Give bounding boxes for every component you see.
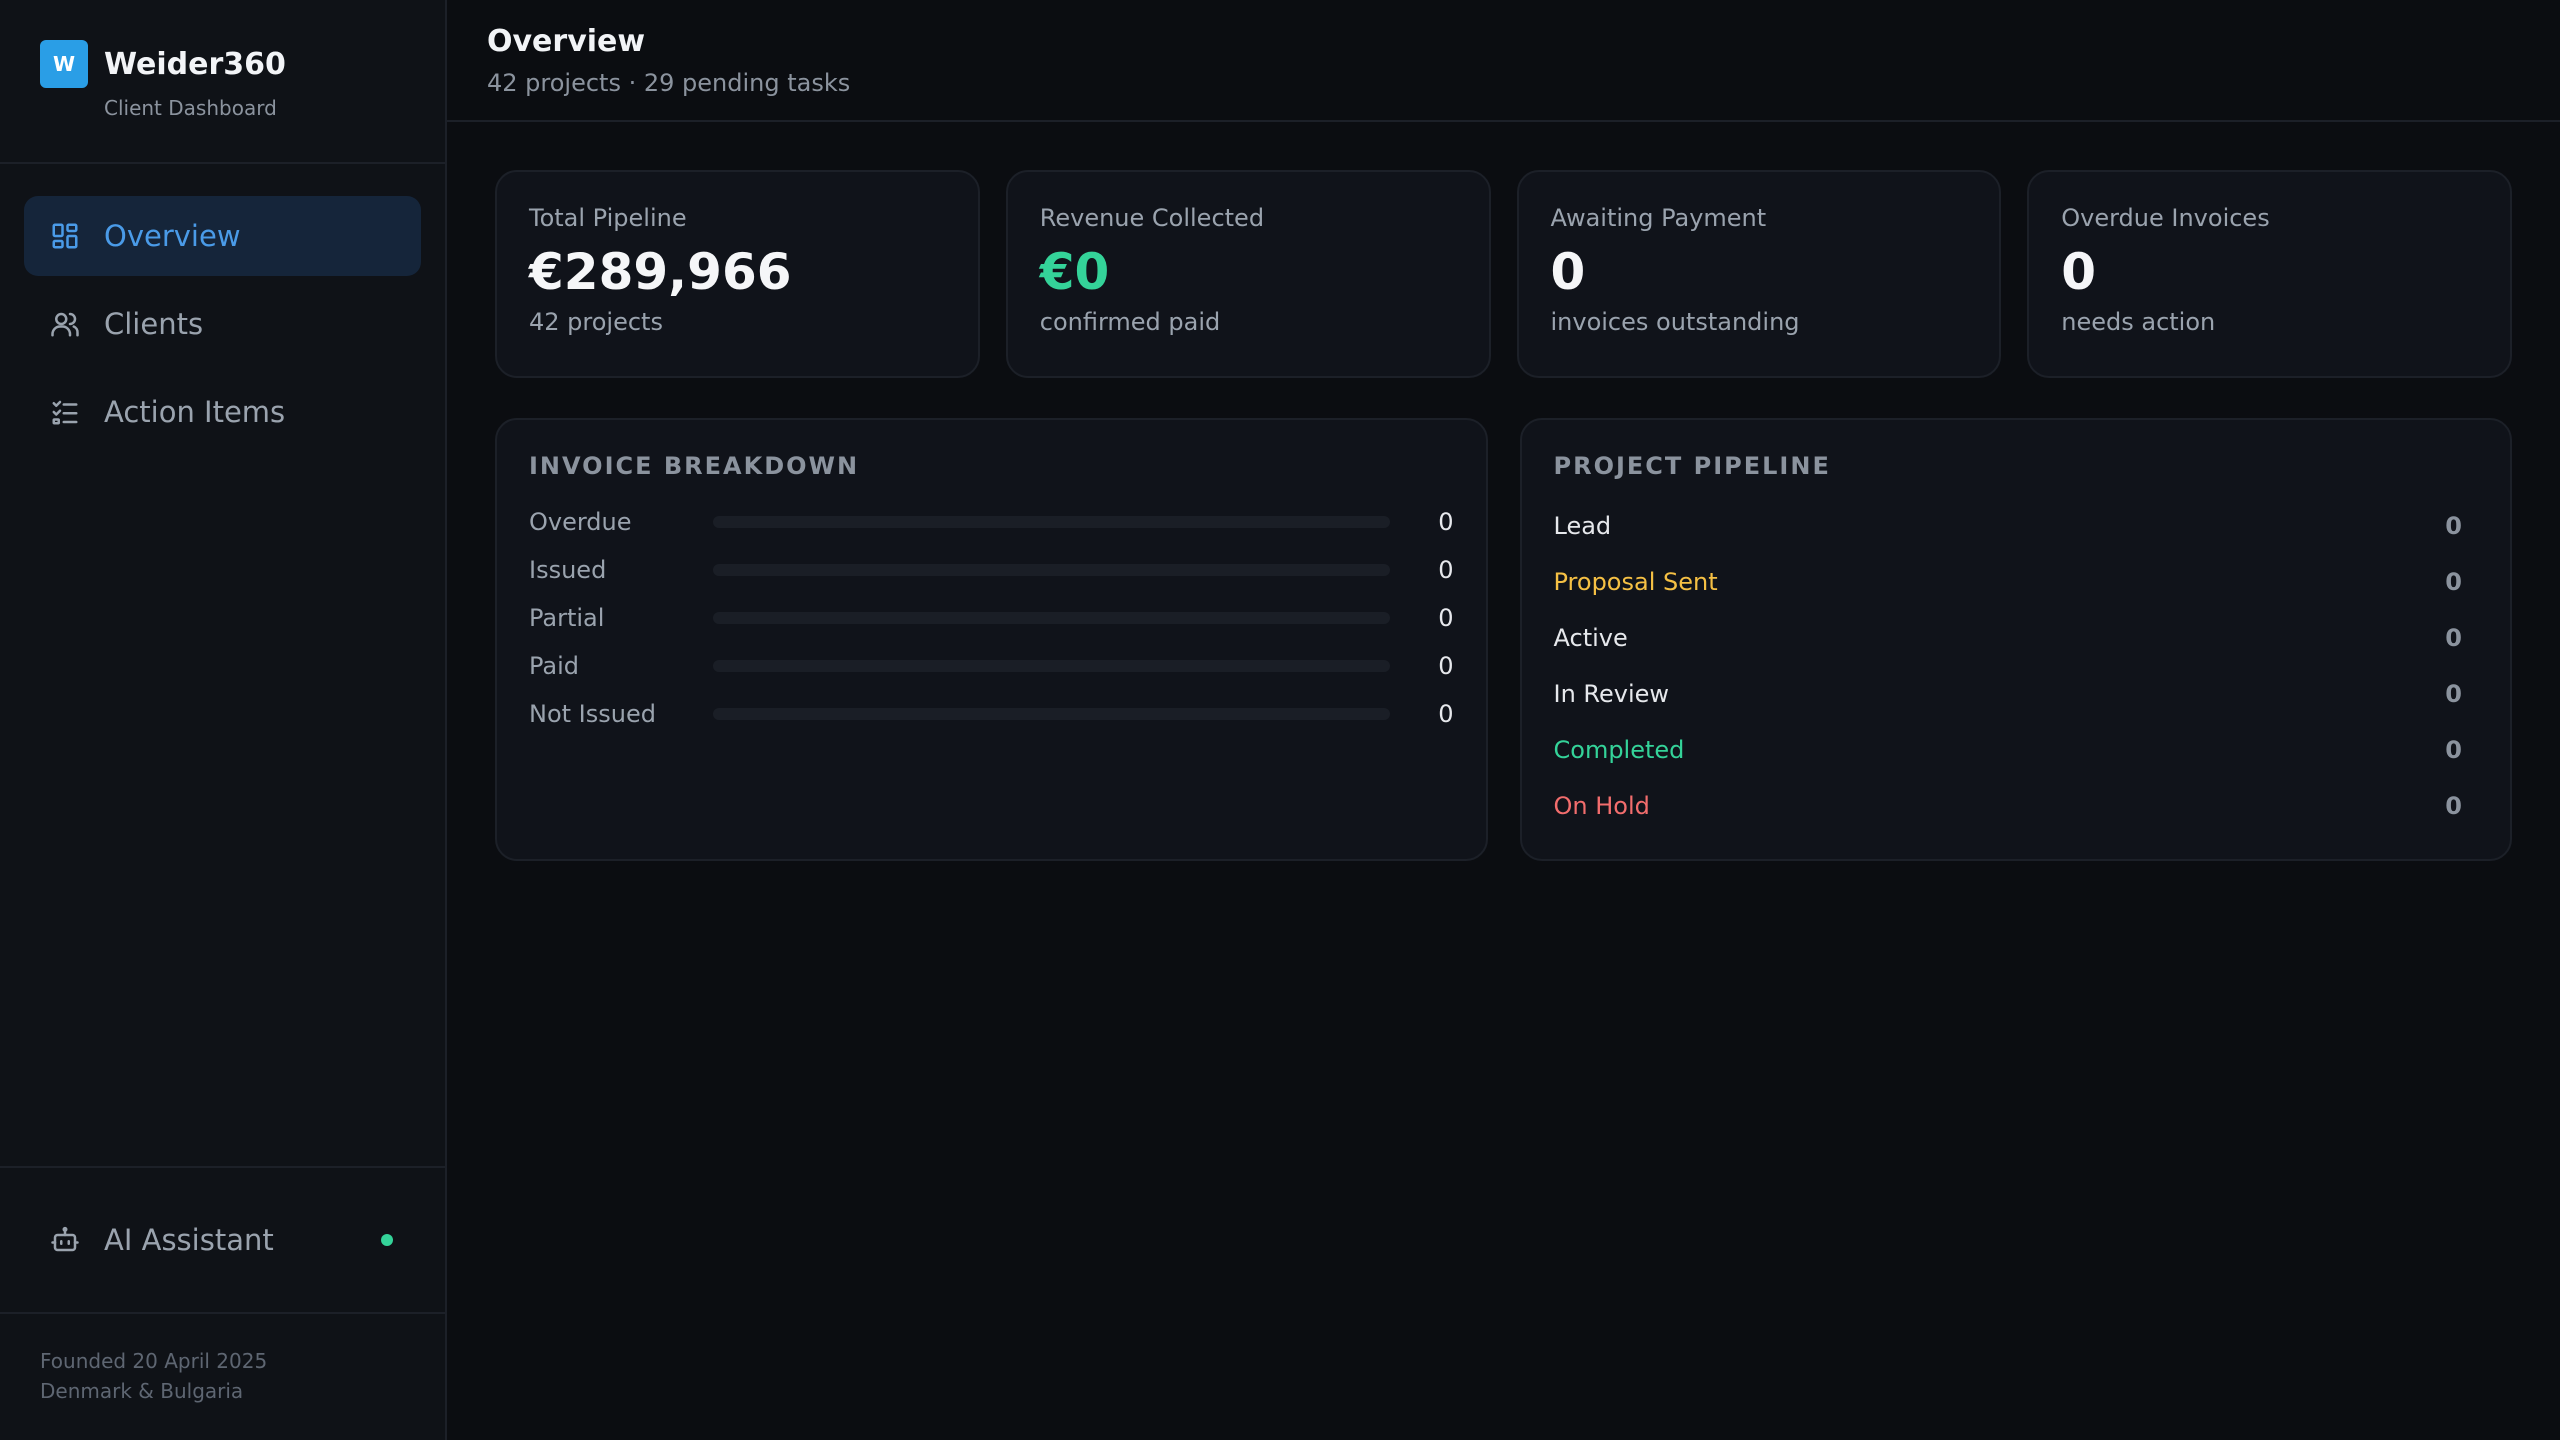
users-icon	[50, 309, 80, 339]
bar-label: Not Issued	[529, 700, 656, 728]
panel-title: INVOICE BREAKDOWN	[529, 452, 860, 480]
pipeline-row-proposal-sent[interactable]: Proposal Sent 0	[1554, 554, 2479, 610]
page-subtitle: 42 projects · 29 pending tasks	[487, 69, 851, 97]
online-status-dot	[381, 1234, 393, 1246]
pipeline-list: Lead 0 Proposal Sent 0 Active 0 In Revie…	[1554, 498, 2479, 834]
location-text: Denmark & Bulgaria	[40, 1379, 244, 1403]
main-area: Overview 42 projects · 29 pending tasks …	[447, 0, 2560, 1440]
checklist-icon	[50, 397, 80, 427]
pipeline-label: Proposal Sent	[1553, 568, 1718, 596]
robot-icon	[50, 1225, 80, 1255]
brand-header: W Weider360 Client Dashboard	[0, 0, 445, 164]
sidebar-item-clients[interactable]: Clients	[24, 284, 421, 364]
brand-subtitle: Client Dashboard	[104, 96, 277, 120]
bar-label: Partial	[529, 604, 605, 632]
panel-title: PROJECT PIPELINE	[1553, 452, 1831, 480]
stat-sub: 42 projects	[529, 308, 663, 336]
app-root: W Weider360 Client Dashboard Overview Cl…	[0, 0, 2560, 1440]
sidebar-footer: Founded 20 April 2025 Denmark & Bulgaria	[0, 1312, 445, 1440]
pipeline-row-active[interactable]: Active 0	[1554, 610, 2479, 666]
bar-track	[713, 516, 1390, 528]
page-title: Overview	[487, 24, 646, 59]
stat-card-total-pipeline: Total Pipeline €289,966 42 projects	[495, 170, 980, 378]
bar-label: Overdue	[529, 508, 632, 536]
sidebar-item-label: Action Items	[104, 395, 286, 429]
founded-text: Founded 20 April 2025	[40, 1349, 268, 1373]
sidebar-item-overview[interactable]: Overview	[24, 196, 421, 276]
sidebar-nav: Overview Clients Action Items	[0, 164, 445, 1166]
pipeline-label: In Review	[1553, 680, 1670, 708]
stat-label: Overdue Invoices	[2061, 204, 2270, 232]
ai-assistant-button[interactable]: AI Assistant	[24, 1200, 421, 1280]
pipeline-label: Completed	[1553, 736, 1685, 764]
stat-value: 0	[2061, 243, 2097, 301]
stat-card-overdue-invoices: Overdue Invoices 0 needs action	[2027, 170, 2512, 378]
sidebar-item-label: Clients	[104, 307, 204, 341]
assistant-section: AI Assistant	[0, 1166, 445, 1312]
ai-assistant-label: AI Assistant	[104, 1223, 274, 1257]
stat-value: €289,966	[529, 243, 792, 301]
pipeline-row-on-hold[interactable]: On Hold 0	[1554, 778, 2479, 834]
bar-track	[713, 660, 1390, 672]
stat-label: Revenue Collected	[1039, 204, 1265, 232]
pipeline-count: 0	[2445, 680, 2462, 708]
stat-sub: invoices outstanding	[1550, 308, 1800, 336]
panels-row: INVOICE BREAKDOWN Overdue 0 Issued 0 Par…	[495, 418, 2512, 861]
page-header: Overview 42 projects · 29 pending tasks	[447, 0, 2560, 122]
invoice-breakdown-panel: INVOICE BREAKDOWN Overdue 0 Issued 0 Par…	[495, 418, 1488, 861]
invoice-row-paid: Paid 0	[529, 642, 1454, 690]
bar-value: 0	[1438, 700, 1454, 728]
pipeline-row-completed[interactable]: Completed 0	[1554, 722, 2479, 778]
invoice-bar-list: Overdue 0 Issued 0 Partial 0 Paid 0 Not …	[529, 498, 1454, 738]
pipeline-row-in-review[interactable]: In Review 0	[1554, 666, 2479, 722]
bar-track	[713, 612, 1390, 624]
pipeline-count: 0	[2445, 736, 2462, 764]
sidebar-item-label: Overview	[104, 219, 241, 253]
pipeline-count: 0	[2445, 624, 2462, 652]
invoice-row-issued: Issued 0	[529, 546, 1454, 594]
project-pipeline-panel: PROJECT PIPELINE Lead 0 Proposal Sent 0 …	[1519, 418, 2512, 861]
stat-sub: confirmed paid	[1039, 308, 1221, 336]
stat-sub: needs action	[2061, 308, 2216, 336]
stat-label: Total Pipeline	[529, 204, 687, 232]
bar-value: 0	[1438, 556, 1454, 584]
pipeline-label: Active	[1553, 624, 1628, 652]
sidebar-item-action-items[interactable]: Action Items	[24, 372, 421, 452]
stat-card-revenue-collected: Revenue Collected €0 confirmed paid	[1005, 170, 1491, 378]
dashboard-content: Total Pipeline €289,966 42 projects Reve…	[447, 122, 2560, 861]
bar-value: 0	[1438, 652, 1454, 680]
pipeline-label: Lead	[1553, 512, 1612, 540]
stat-value: 0	[1550, 243, 1586, 301]
pipeline-count: 0	[2445, 512, 2462, 540]
bar-track	[713, 708, 1390, 720]
pipeline-row-lead[interactable]: Lead 0	[1554, 498, 2479, 554]
stat-card-awaiting-payment: Awaiting Payment 0 invoices outstanding	[1516, 170, 2002, 378]
pipeline-count: 0	[2445, 568, 2462, 596]
brand-row: W Weider360	[40, 40, 405, 88]
pipeline-count: 0	[2445, 792, 2462, 820]
invoice-row-overdue: Overdue 0	[529, 498, 1454, 546]
bar-label: Issued	[529, 556, 607, 584]
stat-value: €0	[1039, 243, 1110, 301]
bar-track	[713, 564, 1390, 576]
invoice-row-partial: Partial 0	[529, 594, 1454, 642]
bar-value: 0	[1438, 604, 1454, 632]
stat-label: Awaiting Payment	[1550, 204, 1767, 232]
bar-value: 0	[1438, 508, 1454, 536]
stats-row: Total Pipeline €289,966 42 projects Reve…	[495, 170, 2512, 378]
brand-name: Weider360	[104, 46, 286, 82]
sidebar: W Weider360 Client Dashboard Overview Cl…	[0, 0, 447, 1440]
bar-label: Paid	[529, 652, 580, 680]
invoice-row-not-issued: Not Issued 0	[529, 690, 1454, 738]
brand-logo[interactable]: W	[40, 40, 88, 88]
dashboard-grid-icon	[50, 221, 80, 251]
pipeline-label: On Hold	[1553, 792, 1650, 820]
